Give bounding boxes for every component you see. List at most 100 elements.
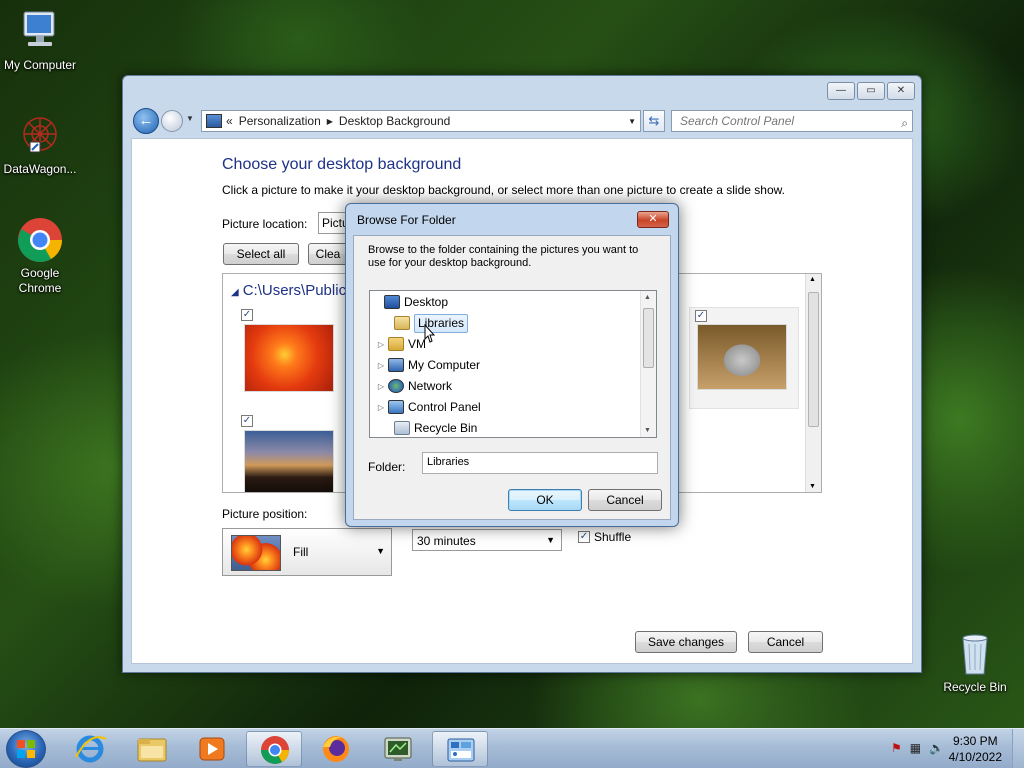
- navigation-bar: ← ▼ « Personalization ▶ Desktop Backgrou…: [131, 108, 913, 134]
- monitor-app-icon: [384, 737, 412, 761]
- page-title: Choose your desktop background: [222, 156, 462, 173]
- taskbar-control-panel[interactable]: [432, 731, 488, 767]
- cancel-button[interactable]: Cancel: [748, 631, 823, 653]
- address-bar[interactable]: « Personalization ▶ Desktop Background ▼: [201, 110, 641, 132]
- search-placeholder: Search Control Panel: [680, 114, 795, 128]
- desktop-icon-label: My Computer: [3, 58, 77, 72]
- desktop-icon-label: DataWagon...: [3, 162, 77, 176]
- clock-time: 9:30 PM: [952, 734, 998, 748]
- refresh-button[interactable]: ⇆: [643, 110, 665, 132]
- search-input[interactable]: Search Control Panel ⌕: [671, 110, 913, 132]
- thumbnail-koala[interactable]: [697, 324, 787, 390]
- collapse-icon[interactable]: ◢: [231, 287, 239, 298]
- thumbnail-lighthouse[interactable]: [244, 430, 334, 492]
- action-center-flag-icon[interactable]: ⚑: [891, 741, 902, 755]
- shuffle-option[interactable]: ✓ Shuffle: [578, 530, 631, 544]
- close-button[interactable]: ✕: [887, 82, 915, 100]
- maximize-button[interactable]: ▭: [857, 82, 885, 100]
- tree-item-label: Recycle Bin: [414, 421, 478, 435]
- breadcrumb-overflow-icon[interactable]: «: [226, 114, 233, 128]
- desktop-icon-datawagon[interactable]: DataWagon...: [0, 112, 80, 177]
- tree-item-desktop[interactable]: Desktop: [372, 292, 448, 312]
- tree-item-control-panel[interactable]: ▷ Control Panel: [376, 397, 481, 417]
- mouse-cursor-icon: [424, 323, 436, 347]
- gallery-path-text: C:\Users\Public\: [242, 282, 351, 299]
- breadcrumb-desktop-background[interactable]: Desktop Background: [339, 114, 450, 128]
- tree-item-label: Desktop: [404, 295, 449, 309]
- start-button[interactable]: [6, 730, 46, 768]
- network-status-icon[interactable]: ▦: [910, 741, 921, 755]
- shuffle-checkbox[interactable]: ✓: [578, 531, 590, 543]
- tree-item-network[interactable]: ▷ Network: [376, 376, 452, 396]
- control-panel-icon: [388, 400, 404, 414]
- expand-icon[interactable]: ▷: [376, 403, 386, 412]
- taskbar: ⚑ ▦ 🔈 9:30 PM 4/10/2022: [0, 728, 1024, 768]
- page-description: Click a picture to make it your desktop …: [222, 183, 785, 197]
- tree-item-my-computer[interactable]: ▷ My Computer: [376, 355, 480, 375]
- thumbnail-flower[interactable]: [244, 324, 334, 392]
- desktop-icon-my-computer[interactable]: My Computer: [0, 8, 80, 73]
- system-clock[interactable]: 9:30 PM 4/10/2022: [949, 733, 1002, 765]
- taskbar-media-player[interactable]: [184, 731, 240, 767]
- folder-field[interactable]: Libraries: [422, 452, 658, 474]
- select-all-button[interactable]: Select all: [223, 243, 299, 265]
- picture-position-value: Fill: [293, 545, 309, 559]
- minimize-button[interactable]: —: [827, 82, 855, 100]
- save-changes-button[interactable]: Save changes: [635, 631, 737, 653]
- browse-for-folder-dialog: Browse For Folder ✕ Browse to the folder…: [345, 203, 679, 527]
- taskbar-datawagon-app[interactable]: [370, 731, 426, 767]
- folder-icon: [137, 738, 167, 762]
- expand-icon[interactable]: ▷: [376, 361, 386, 370]
- recycle-bin-icon: [394, 421, 410, 435]
- tree-item-label: Libraries: [414, 313, 469, 333]
- breadcrumb-personalization[interactable]: Personalization: [239, 114, 321, 128]
- picture-position-label: Picture position:: [222, 507, 308, 521]
- dropdown-arrow-icon: ▼: [376, 546, 385, 556]
- tree-scrollbar[interactable]: ▲ ▼: [640, 291, 656, 437]
- volume-icon[interactable]: 🔈: [929, 741, 944, 755]
- taskbar-google-chrome[interactable]: [246, 731, 302, 767]
- recycle-bin-icon: [951, 630, 999, 678]
- show-desktop-button[interactable]: [1012, 729, 1024, 768]
- control-panel-icon: [447, 738, 475, 762]
- tree-item-vm[interactable]: ▷ VM: [376, 334, 426, 354]
- clock-date: 4/10/2022: [948, 750, 1002, 764]
- gallery-path: ◢ C:\Users\Public\: [231, 282, 350, 299]
- clear-all-button[interactable]: Clea: [308, 243, 348, 265]
- breadcrumb-separator-icon[interactable]: ▶: [327, 117, 333, 126]
- desktop-icon-recycle-bin[interactable]: Recycle Bin: [935, 630, 1015, 695]
- dropdown-arrow-icon: ▼: [546, 535, 555, 545]
- desktop-icon: [384, 295, 400, 309]
- ok-button[interactable]: OK: [508, 489, 582, 511]
- search-icon[interactable]: ⌕: [901, 113, 908, 133]
- taskbar-internet-explorer[interactable]: [62, 731, 118, 767]
- interval-select[interactable]: 30 minutes ▼: [412, 529, 562, 551]
- tree-item-recycle-bin[interactable]: Recycle Bin: [382, 418, 478, 437]
- libraries-icon: [394, 316, 410, 330]
- thumbnail-checkbox[interactable]: ✓: [241, 309, 253, 321]
- dialog-cancel-button[interactable]: Cancel: [588, 489, 662, 511]
- taskbar-file-explorer[interactable]: [124, 731, 180, 767]
- shuffle-label: Shuffle: [594, 530, 632, 544]
- folder-tree: Desktop Libraries ▷ VM ▷ My Computer ▷ N…: [369, 290, 657, 438]
- control-panel-icon: [206, 114, 222, 128]
- tree-item-label: Network: [408, 379, 453, 393]
- back-button[interactable]: ←: [133, 108, 159, 134]
- taskbar-firefox[interactable]: [308, 731, 364, 767]
- picture-position-select[interactable]: Fill ▼: [222, 528, 392, 576]
- picture-location-label: Picture location:: [222, 217, 308, 231]
- forward-button[interactable]: [161, 110, 183, 132]
- gallery-scrollbar[interactable]: ▲ ▼: [805, 274, 821, 492]
- desktop-icon-google-chrome[interactable]: Google Chrome: [0, 216, 80, 296]
- folder-label: Folder:: [368, 460, 406, 474]
- recent-pages-dropdown-icon[interactable]: ▼: [186, 114, 194, 123]
- expand-icon[interactable]: ▷: [376, 382, 386, 391]
- expand-icon[interactable]: ▷: [376, 340, 386, 349]
- thumbnail-checkbox[interactable]: ✓: [241, 415, 253, 427]
- system-tray: ⚑ ▦ 🔈: [891, 741, 944, 755]
- address-dropdown-icon[interactable]: ▼: [628, 117, 636, 126]
- datawagon-icon: [16, 112, 64, 160]
- computer-icon: [16, 8, 64, 56]
- thumbnail-checkbox[interactable]: ✓: [695, 310, 707, 322]
- dialog-close-button[interactable]: ✕: [637, 211, 669, 228]
